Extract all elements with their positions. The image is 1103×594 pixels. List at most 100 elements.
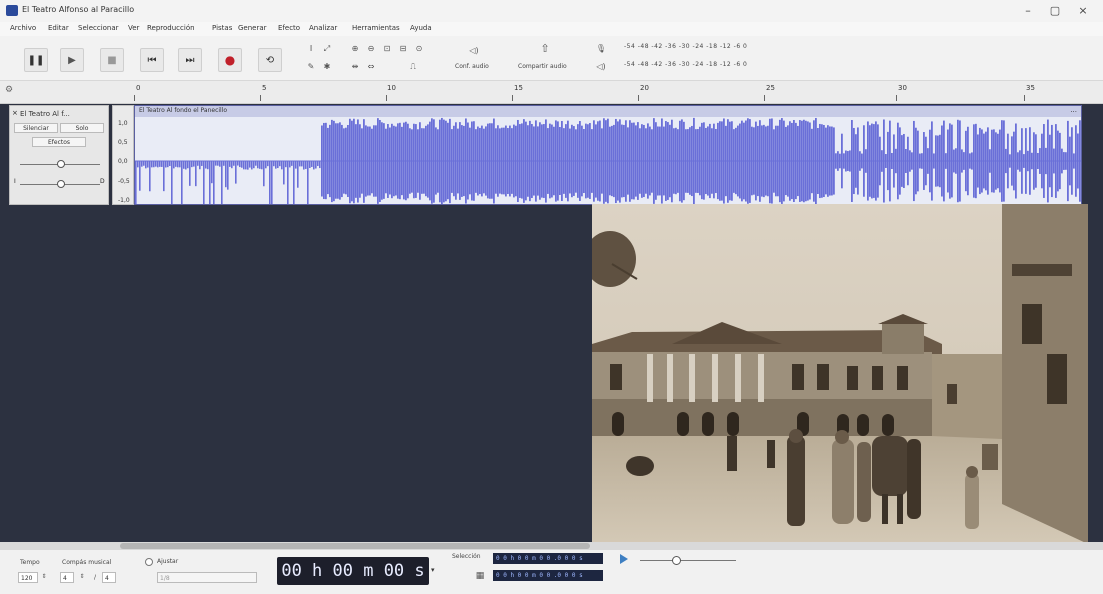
tempo-input[interactable]: 120 [18, 572, 38, 583]
waveform-sample [517, 119, 519, 203]
waveform-sample [921, 153, 923, 169]
title-bar: El Teatro Alfonso al Paracillo – ▢ × [0, 0, 1103, 22]
skip-to-start-button[interactable]: ⏮ [140, 48, 164, 72]
menu-herramientas[interactable]: Herramientas [352, 24, 400, 32]
solo-button[interactable]: Solo [60, 123, 104, 133]
selection-end-field[interactable]: 0 0 h 0 0 m 0 0 .0 0 0 s [493, 570, 603, 581]
waveform-sample [817, 128, 819, 194]
waveform-sample [335, 123, 337, 199]
waveform-sample [397, 123, 399, 199]
snap-select[interactable]: 1/8 [157, 572, 257, 583]
waveform-sample [457, 128, 459, 194]
waveform-sample [995, 132, 997, 190]
snap-checkbox[interactable] [145, 558, 153, 566]
audio-clip[interactable]: El Teatro Al fondo el Panecillo ... [134, 105, 1082, 205]
waveform-sample [897, 122, 899, 200]
multi-tool-icon[interactable]: ✱ [320, 60, 334, 74]
playback-meter-icon[interactable]: ◁) [594, 60, 608, 74]
clip-header[interactable]: El Teatro Al fondo el Panecillo ... [135, 106, 1081, 117]
tempo-spinner-icon[interactable]: ⇕ [40, 570, 48, 584]
waveform-sample [945, 153, 947, 169]
time-sig-spinner-icon[interactable]: ⇕ [78, 570, 86, 584]
pause-button[interactable]: ❚❚ [24, 48, 48, 72]
menu-ayuda[interactable]: Ayuda [410, 24, 432, 32]
fit-project-icon[interactable]: ⊟ [396, 42, 410, 56]
effects-button[interactable]: Efectos [32, 137, 86, 147]
waveform-sample [713, 123, 715, 199]
minimize-button[interactable]: – [1020, 4, 1036, 18]
maximize-button[interactable]: ▢ [1047, 4, 1063, 18]
waveform-sample [649, 126, 651, 196]
clip-menu-icon[interactable]: ... [1070, 106, 1077, 114]
play-button[interactable]: ▶ [60, 48, 84, 72]
waveform[interactable] [135, 117, 1081, 205]
record-button[interactable]: ● [218, 48, 242, 72]
waveform-sample [175, 161, 177, 167]
waveform-sample [409, 128, 411, 194]
trim-icon[interactable]: ⇹ [348, 60, 362, 74]
record-meter-scale[interactable]: -54 -48 -42 -36 -30 -24 -18 -12 -6 0 [624, 43, 747, 50]
zoom-out-icon[interactable]: ⊖ [364, 42, 378, 56]
close-track-icon[interactable]: × [12, 109, 18, 117]
waveform-sample [351, 120, 353, 202]
waveform-sample [937, 135, 939, 187]
waveform-sample [1001, 120, 1003, 202]
mute-button[interactable]: Silenciar [14, 123, 58, 133]
menu-pistas[interactable]: Pistas [212, 24, 232, 32]
loop-button[interactable]: ⟲ [258, 48, 282, 72]
waveform-sample [701, 122, 703, 200]
time-signature-upper-input[interactable]: 4 [60, 572, 74, 583]
draw-tool-icon[interactable]: ✎ [304, 60, 318, 74]
track-control-panel[interactable]: × El Teatro Al f... Silenciar Solo Efect… [9, 105, 109, 205]
zoom-in-icon[interactable]: ⊕ [348, 42, 362, 56]
waveform-sample [823, 124, 825, 198]
track-name-dropdown[interactable]: El Teatro Al f... [20, 110, 70, 118]
sync-lock-icon[interactable]: ⎍ [406, 60, 420, 74]
horizontal-scrollbar[interactable] [0, 542, 1103, 550]
microphone-icon[interactable]: 🎙 [594, 42, 608, 56]
silence-icon[interactable]: ⇔ [364, 60, 378, 74]
playback-speed-slider[interactable] [640, 560, 736, 561]
skip-to-end-button[interactable]: ⏭ [178, 48, 202, 72]
selection-mode-icon[interactable]: ▦ [474, 569, 486, 583]
menu-editar[interactable]: Editar [48, 24, 69, 32]
amplitude-scale[interactable]: 1,0 0,5 0,0 -0,5 -1,0 [112, 105, 134, 205]
share-audio-label[interactable]: Compartir audio [518, 63, 567, 70]
waveform-sample [535, 120, 537, 202]
gain-slider-knob[interactable] [57, 160, 65, 168]
time-signature-lower-select[interactable]: 4 [102, 572, 116, 583]
speaker-icon[interactable]: ◁) [464, 44, 484, 58]
waveform-sample [731, 121, 733, 201]
timeline-options-icon[interactable]: ⚙ [5, 85, 13, 95]
waveform-sample [859, 151, 861, 171]
stop-button[interactable]: ■ [100, 48, 124, 72]
play-at-speed-icon[interactable] [620, 554, 628, 564]
menu-ver[interactable]: Ver [128, 24, 139, 32]
share-upload-icon[interactable]: ⇧ [538, 42, 552, 56]
waveform-sample [161, 161, 163, 167]
scrollbar-thumb[interactable] [120, 543, 590, 549]
selection-tool-icon[interactable]: I [304, 42, 318, 56]
zoom-toggle-icon[interactable]: ⊙ [412, 42, 426, 56]
playback-speed-knob[interactable] [672, 556, 681, 565]
menu-analizar[interactable]: Analizar [309, 24, 337, 32]
pan-slider-knob[interactable] [57, 180, 65, 188]
audio-setup-label[interactable]: Conf. audio [455, 63, 489, 70]
waveform-sample [1011, 136, 1013, 186]
envelope-tool-icon[interactable]: ⤢ [320, 42, 334, 56]
menu-generar[interactable]: Generar [238, 24, 267, 32]
waveform-sample [691, 125, 693, 197]
menu-seleccionar[interactable]: Seleccionar [78, 24, 119, 32]
menu-reproduccion[interactable]: Reproducción [147, 24, 195, 32]
waveform-sample [951, 124, 953, 198]
timeline-ruler[interactable]: ⚙ 0 5 10 15 20 25 30 35 [0, 81, 1103, 104]
selection-start-field[interactable]: 0 0 h 0 0 m 0 0 .0 0 0 s [493, 553, 603, 564]
playback-meter-scale[interactable]: -54 -48 -42 -36 -30 -24 -18 -12 -6 0 [624, 61, 747, 68]
close-button[interactable]: × [1075, 4, 1091, 18]
menu-efecto[interactable]: Efecto [278, 24, 300, 32]
waveform-sample [507, 128, 509, 194]
menu-archivo[interactable]: Archivo [10, 24, 36, 32]
timecode-format-dropdown-icon[interactable]: ▾ [431, 566, 435, 574]
fit-selection-icon[interactable]: ⊡ [380, 42, 394, 56]
timecode-display[interactable]: 00 h 00 m 00 s [277, 557, 429, 585]
